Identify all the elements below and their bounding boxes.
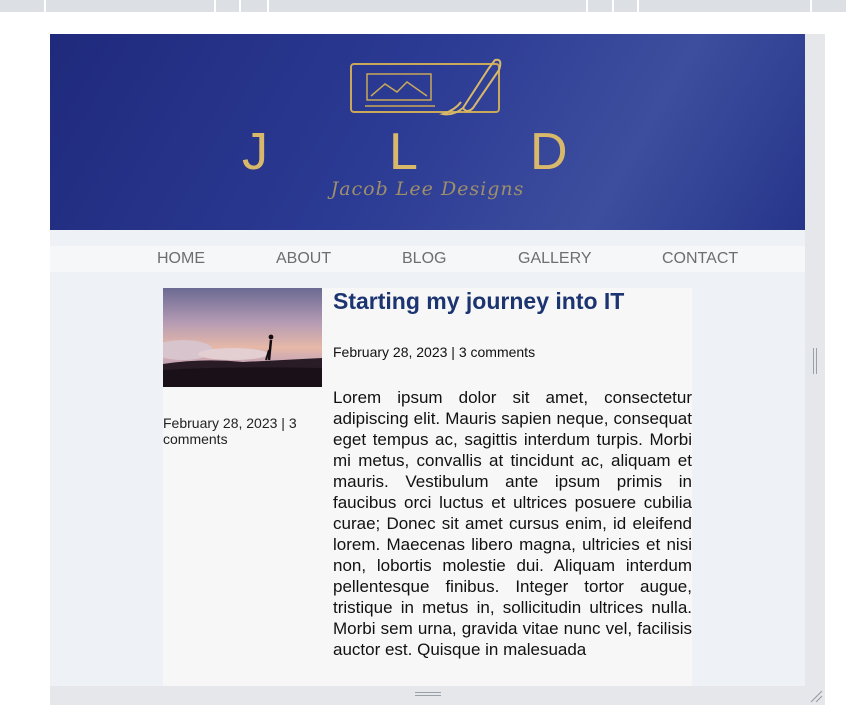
post-thumbnail[interactable] bbox=[163, 288, 322, 387]
logo-letter-j: J bbox=[242, 123, 268, 181]
ruler-tick bbox=[214, 0, 216, 12]
vertical-resize-handle[interactable] bbox=[805, 34, 825, 686]
nav-blog[interactable]: BLOG bbox=[402, 250, 446, 268]
post-title[interactable]: Starting my journey into IT bbox=[333, 288, 624, 315]
preview-frame: J L D Jacob Lee Designs HOME ABOUT BLOG … bbox=[50, 34, 825, 705]
horizontal-resize-handle[interactable] bbox=[50, 686, 825, 705]
nav-gallery[interactable]: GALLERY bbox=[518, 250, 592, 268]
ruler-tick bbox=[239, 0, 241, 12]
logo-letter-d: D bbox=[530, 123, 568, 181]
post-meta: February 28, 2023 | 3 comments bbox=[333, 344, 536, 360]
thumbnail-meta: February 28, 2023 | 3 comments bbox=[163, 415, 297, 447]
ruler-tick bbox=[586, 0, 588, 12]
corner-resize-icon[interactable] bbox=[809, 689, 823, 703]
ruler-tick bbox=[267, 0, 269, 12]
page-viewport[interactable]: J L D Jacob Lee Designs HOME ABOUT BLOG … bbox=[50, 34, 805, 686]
ruler-tick bbox=[612, 0, 614, 12]
top-ruler bbox=[0, 0, 846, 12]
logo-letter-l: L bbox=[389, 123, 418, 181]
blog-post: February 28, 2023 | 3 comments Starting … bbox=[163, 288, 692, 686]
logo-frame-brush-icon bbox=[350, 58, 502, 116]
resize-grip-icon bbox=[813, 348, 817, 374]
nav-about[interactable]: ABOUT bbox=[276, 250, 331, 268]
nav-home[interactable]: HOME bbox=[157, 250, 205, 268]
ruler-tick bbox=[810, 0, 812, 12]
nav-contact[interactable]: CONTACT bbox=[662, 250, 738, 268]
ruler-tick bbox=[637, 0, 639, 12]
resize-grip-icon bbox=[415, 692, 441, 696]
post-body: Lorem ipsum dolor sit amet, consectetur … bbox=[333, 388, 692, 659]
ruler-tick bbox=[44, 0, 46, 12]
main-nav: HOME ABOUT BLOG GALLERY CONTACT bbox=[50, 246, 805, 272]
site-banner: J L D Jacob Lee Designs bbox=[50, 34, 805, 230]
logo-script-text: Jacob Lee Designs bbox=[330, 178, 525, 200]
